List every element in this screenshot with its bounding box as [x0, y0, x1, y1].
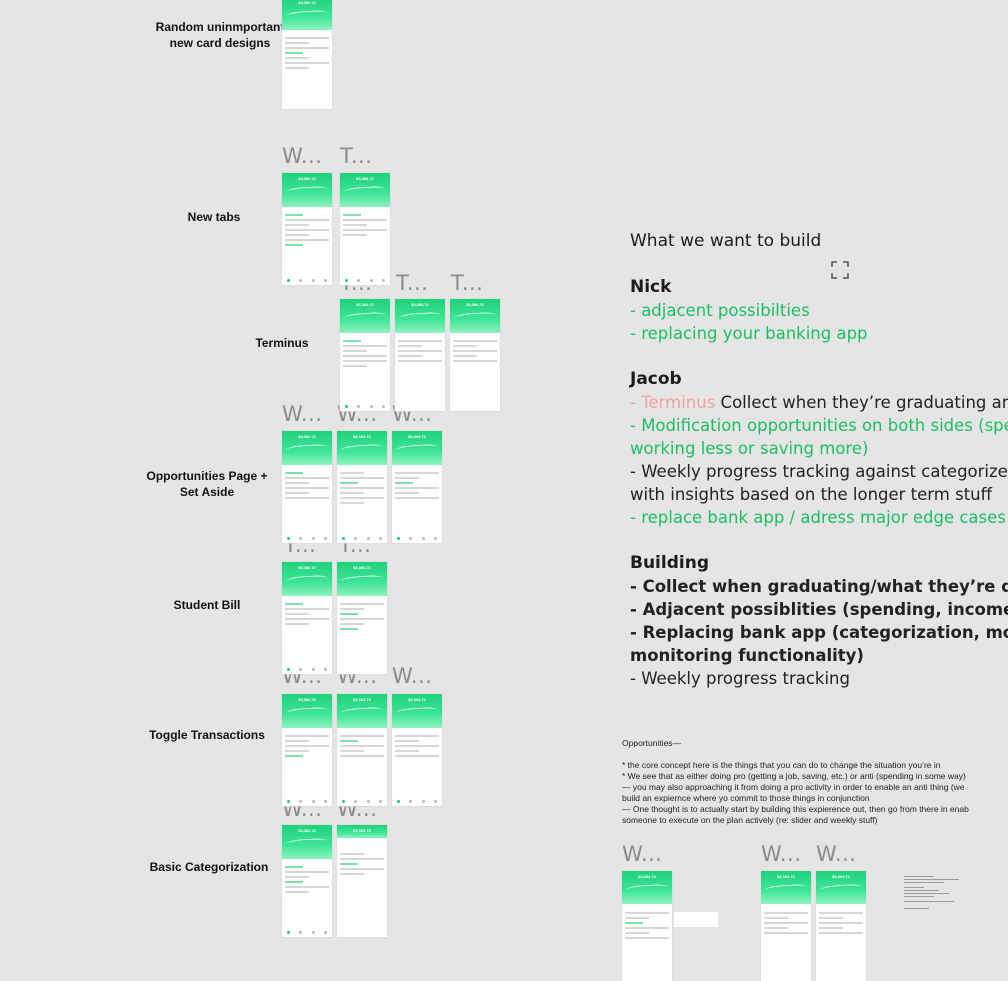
- frame-title[interactable]: T...: [396, 271, 428, 295]
- phone-frame[interactable]: $3,384.72: [282, 431, 332, 543]
- section-label-random: Random uninmportant new card designs: [155, 20, 285, 50]
- balance-text: $3,384.72: [298, 697, 316, 702]
- building-item: - Replacing bank app (categorization, mo…: [630, 623, 1008, 642]
- jacob-item-text: Collect when they’re graduating and: [715, 393, 1008, 412]
- balance-text: $3,384.72: [298, 176, 316, 181]
- phone-frame[interactable]: $3,384.72: [282, 825, 332, 937]
- terminus-link[interactable]: - Terminus: [630, 393, 715, 412]
- frame-title[interactable]: W...: [761, 842, 801, 866]
- building-item: monitoring functionality): [630, 646, 864, 665]
- opportunities-line: build an expiernce where yo commit to th…: [622, 793, 870, 803]
- balance-text: $3,384.72: [353, 434, 371, 439]
- balance-text: $3,384.72: [298, 565, 316, 570]
- balance-text: $3,384.72: [466, 302, 484, 307]
- opportunities-line: — you may also approaching it from doing…: [622, 782, 965, 792]
- balance-text: $3,384.72: [777, 874, 795, 879]
- balance-text: $3,384.72: [353, 828, 371, 833]
- balance-text: $3,384.72: [353, 565, 371, 570]
- opportunities-line: — One thought is to actually start by bu…: [622, 804, 969, 814]
- building-item: - Adjacent possiblities (spending, incom…: [630, 600, 1008, 619]
- phone-frame[interactable]: $3,384.72: [282, 0, 332, 109]
- balance-text: $3,384.72: [298, 0, 316, 5]
- jacob-item: - Weekly progress tracking against categ…: [630, 462, 1008, 481]
- phone-frame[interactable]: $3,384.72: [282, 173, 332, 285]
- phone-frame[interactable]: $3,384.72: [395, 299, 445, 411]
- balance-text: $3,384.72: [298, 434, 316, 439]
- phone-frame[interactable]: $3,384.72: [282, 562, 332, 674]
- nick-heading: Nick: [630, 277, 672, 297]
- phone-frame[interactable]: $3,384.72: [337, 825, 387, 937]
- section-label-new-tabs: New tabs: [187, 210, 241, 224]
- phone-frame[interactable]: $3,384.72: [816, 871, 866, 981]
- balance-text: $3,384.72: [832, 874, 850, 879]
- opportunities-title: Opportunities—: [622, 738, 682, 748]
- balance-text: $3,384.72: [353, 697, 371, 702]
- building-item: - Collect when graduating/what they’re d…: [630, 577, 1008, 596]
- building-item: - Weekly progress tracking: [630, 669, 850, 688]
- jacob-item: - replace bank app / adress major edge c…: [630, 508, 1008, 527]
- frame-title[interactable]: W...: [282, 144, 322, 168]
- phone-frame[interactable]: $3,384.72: [340, 173, 390, 285]
- section-label-opportunities: Opportunities Page + Set Aside: [146, 469, 268, 499]
- frame-title[interactable]: W...: [282, 402, 322, 426]
- opportunities-line: someone to execute on the plan actively …: [622, 815, 878, 825]
- phone-frame[interactable]: $3,384.72: [340, 299, 390, 411]
- frame-title[interactable]: W...: [392, 664, 432, 688]
- building-heading: Building: [630, 553, 709, 573]
- balance-text: $3,384.72: [638, 874, 656, 879]
- phone-frame[interactable]: $3,384.72: [282, 694, 332, 806]
- tiny-text-doc: [904, 876, 964, 936]
- balance-text: $3,384.72: [356, 302, 374, 307]
- section-label-toggle: Toggle Transactions: [149, 728, 265, 742]
- section-label-basic: Basic Categorization: [149, 860, 269, 874]
- phone-frame[interactable]: $3,384.72: [761, 871, 811, 981]
- jacob-item: with insights based on the longer term s…: [630, 485, 993, 504]
- phone-frame[interactable]: $3,384.72: [450, 299, 500, 411]
- balance-text: $3,384.72: [411, 302, 429, 307]
- frame-title[interactable]: T...: [451, 271, 483, 295]
- popover-card: [674, 912, 718, 927]
- balance-text: $3,384.72: [408, 434, 426, 439]
- frame-title[interactable]: W...: [622, 842, 662, 866]
- balance-text: $3,384.72: [356, 176, 374, 181]
- expand-icon[interactable]: [831, 261, 849, 279]
- jacob-item: working less or saving more): [630, 439, 869, 458]
- jacob-item-terminus: - Terminus Collect when they’re graduati…: [630, 391, 1008, 414]
- section-label-student-bill: Student Bill: [173, 598, 241, 612]
- balance-text: $3,384.72: [408, 697, 426, 702]
- phone-frame[interactable]: $3,384.72: [392, 431, 442, 543]
- notes-title: What we want to build: [630, 231, 822, 251]
- nick-item: - replacing your banking app: [630, 324, 868, 343]
- opportunities-line: * the core concept here is the things th…: [622, 760, 941, 770]
- phone-frame[interactable]: $3,384.72: [337, 431, 387, 543]
- section-label-terminus: Terminus: [255, 336, 309, 350]
- frame-title[interactable]: T...: [340, 144, 372, 168]
- opportunities-line: * We see that as either doing pro (getti…: [622, 771, 966, 781]
- frame-title[interactable]: W...: [816, 842, 856, 866]
- phone-frame[interactable]: $3,384.72: [392, 694, 442, 806]
- nick-item: - adjacent possibilties: [630, 301, 810, 320]
- phone-frame[interactable]: $3,384.72: [337, 562, 387, 674]
- jacob-heading: Jacob: [630, 369, 682, 389]
- phone-frame[interactable]: $3,384.72: [337, 694, 387, 806]
- balance-text: $3,384.72: [298, 828, 316, 833]
- jacob-item: - Modification opportunities on both sid…: [630, 416, 1008, 435]
- phone-frame[interactable]: $3,384.72: [622, 871, 672, 981]
